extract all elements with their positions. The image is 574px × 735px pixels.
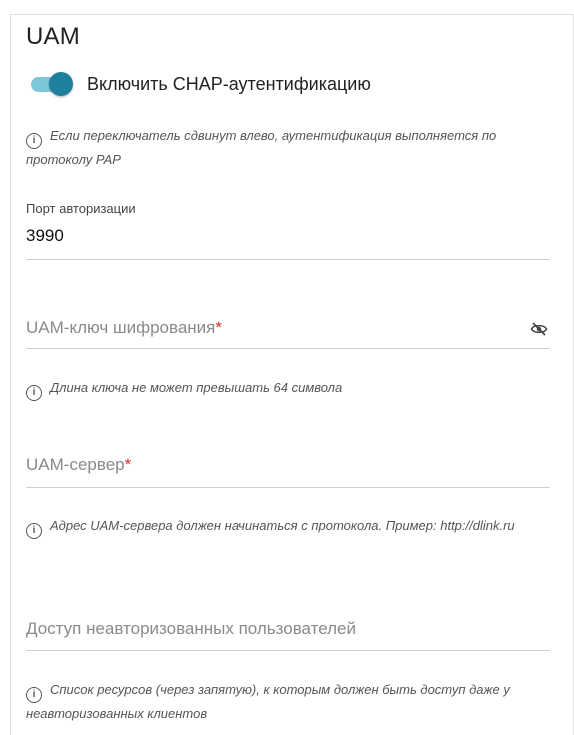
info-icon: i — [26, 523, 42, 539]
server-hint: i Адрес UAM-сервера должен начинаться с п… — [26, 515, 546, 539]
chap-toggle-label: Включить CHAP-аутентификацию — [87, 73, 371, 94]
info-icon: i — [26, 687, 42, 703]
unauth-hint-text: Список ресурсов (через запятую), к котор… — [26, 682, 510, 721]
info-icon: i — [26, 385, 42, 401]
toggle-knob[interactable] — [49, 72, 73, 96]
chap-hint-text: Если переключатель сдвинут влево, аутент… — [26, 128, 497, 167]
uam-key-field[interactable]: UAM-ключ шифрования* — [26, 318, 550, 349]
chap-hint: i Если переключатель сдвинут влево, аутен… — [26, 125, 546, 171]
auth-port-input[interactable]: 3990 — [26, 226, 550, 254]
key-length-hint-text: Длина ключа не может превышать 64 символ… — [50, 380, 343, 395]
unauth-access-input[interactable]: Доступ неавторизованных пользователей — [26, 619, 550, 651]
eye-off-icon[interactable] — [530, 320, 548, 338]
required-mark: * — [124, 455, 132, 474]
unauth-access-field[interactable]: Доступ неавторизованных пользователей — [26, 619, 550, 651]
info-icon: i — [26, 133, 42, 149]
key-length-hint: i Длина ключа не может превышать 64 симво… — [26, 377, 546, 401]
uam-server-input[interactable]: UAM-сервер* — [26, 455, 550, 487]
section-title: UAM — [26, 23, 80, 50]
required-mark: * — [215, 318, 222, 337]
chap-toggle-row[interactable]: Включить CHAP-аутентификацию — [29, 71, 371, 97]
uam-panel: UAM Включить CHAP-аутентификацию i Если п… — [10, 14, 574, 735]
uam-key-input[interactable]: UAM-ключ шифрования* — [26, 318, 550, 350]
uam-server-field[interactable]: UAM-сервер* — [26, 455, 550, 488]
unauth-hint: i Список ресурсов (через запятую), к кото… — [26, 679, 546, 725]
auth-port-field[interactable]: Порт авторизации 3990 — [26, 201, 550, 260]
server-hint-text: Адрес UAM-сервера должен начинаться с пр… — [50, 518, 515, 533]
auth-port-label: Порт авторизации — [26, 201, 136, 216]
chap-toggle[interactable] — [29, 71, 73, 97]
